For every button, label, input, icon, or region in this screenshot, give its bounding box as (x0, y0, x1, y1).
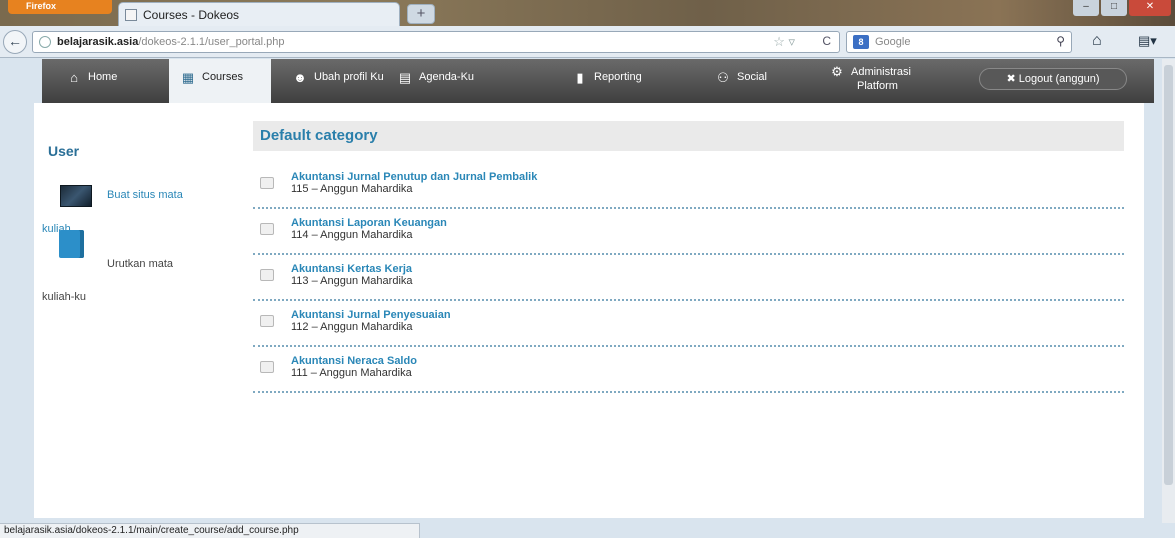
tab-title: Courses - Dokeos (143, 8, 240, 22)
site-identity-icon[interactable] (39, 36, 51, 48)
search-bar[interactable]: 8 Google ⚲ (846, 31, 1072, 53)
profile-icon: ☻ (293, 70, 307, 85)
sort-courses-link-cont[interactable]: kuliah-ku (42, 291, 86, 303)
course-row: Akuntansi Jurnal Penyesuaian 112 – Anggu… (253, 301, 1124, 347)
course-title-link[interactable]: Akuntansi Jurnal Penutup dan Jurnal Pemb… (291, 171, 537, 183)
tab-label-line2: Platform (857, 80, 898, 92)
url-domain: belajarasik.asia (57, 36, 139, 48)
search-engine-label: Google (875, 36, 911, 48)
course-title-link[interactable]: Akuntansi Kertas Kerja (291, 263, 412, 275)
tab-social[interactable]: ⚇ Social (715, 59, 805, 103)
course-row: Akuntansi Neraca Saldo 111 – Anggun Maha… (253, 347, 1124, 393)
course-info: 115 – Anggun Mahardika (291, 183, 413, 195)
courses-icon: ▦ (181, 70, 195, 85)
logout-label: Logout (anggun) (1018, 73, 1100, 85)
search-engine-icon[interactable]: 8 (853, 35, 869, 49)
course-info: 114 – Anggun Mahardika (291, 229, 413, 241)
social-icon: ⚇ (717, 70, 729, 85)
window-controls: – □ ✕ (1073, 0, 1171, 18)
page-content: User Buat situs mata kuliah Urutkan mata… (34, 103, 1144, 518)
course-icon (260, 269, 274, 281)
tab-label: Home (88, 71, 118, 83)
logout-button[interactable]: ✖ Logout (anggun) (979, 68, 1127, 90)
course-title-link[interactable]: Akuntansi Neraca Saldo (291, 355, 417, 367)
home-icon: ⌂ (70, 70, 78, 85)
category-header: Default category (253, 121, 1124, 151)
url-text: belajarasik.asia/dokeos-2.1.1/user_porta… (57, 36, 285, 48)
sort-courses-icon[interactable] (59, 230, 84, 258)
create-course-link[interactable]: Buat situs mata (107, 189, 183, 201)
reload-icon[interactable]: C (822, 34, 831, 48)
page-favicon-icon (125, 9, 137, 21)
course-row: Akuntansi Laporan Keuangan 114 – Anggun … (253, 209, 1124, 255)
sort-courses-link[interactable]: Urutkan mata (107, 258, 173, 270)
address-bar[interactable]: belajarasik.asia/dokeos-2.1.1/user_porta… (32, 31, 840, 53)
back-button[interactable]: ← (3, 30, 27, 54)
page-scrollbar[interactable] (1162, 59, 1175, 523)
home-icon[interactable]: ⌂ (1092, 32, 1102, 50)
course-title-link[interactable]: Akuntansi Laporan Keuangan (291, 217, 447, 229)
tab-administrasi[interactable]: ⚙ Administrasi Platform (829, 59, 959, 103)
tab-label: Social (737, 71, 767, 83)
firefox-menu-button[interactable]: Firefox (8, 0, 112, 14)
course-row: Akuntansi Kertas Kerja 113 – Anggun Maha… (253, 255, 1124, 301)
close-icon: ✖ (1006, 73, 1016, 85)
calendar-icon: ▤ (398, 70, 412, 85)
tab-agenda[interactable]: ▤ Agenda-Ku (397, 59, 497, 103)
tab-label: Agenda-Ku (419, 71, 475, 83)
course-title-link[interactable]: Akuntansi Jurnal Penyesuaian (291, 309, 451, 321)
bookmark-star-icon[interactable]: ☆ ▿ (773, 34, 795, 50)
tab-profile[interactable]: ☻ Ubah profil Ku (292, 59, 392, 103)
course-icon (260, 315, 274, 327)
url-path: /dokeos-2.1.1/user_portal.php (138, 36, 285, 48)
tab-label: Reporting (594, 71, 642, 83)
tab-label: Ubah profil Ku (314, 71, 384, 83)
dokeos-menu: ⌂ Home ▦ Courses ☻ Ubah profil Ku ▤ Agenda-K… (42, 59, 1154, 103)
close-window-button[interactable]: ✕ (1129, 0, 1171, 16)
course-icon (260, 223, 274, 235)
course-icon (260, 361, 274, 373)
browser-navbar: ← belajarasik.asia/dokeos-2.1.1/user_por… (0, 26, 1175, 58)
tab-reporting[interactable]: ▮ Reporting (572, 59, 672, 103)
tab-courses[interactable]: ▦ Courses (169, 59, 271, 103)
new-tab-button[interactable]: + (407, 4, 435, 24)
gear-icon: ⚙ (831, 64, 843, 79)
course-icon (260, 177, 274, 189)
bookmarks-menu-icon[interactable]: ▤▾ (1138, 33, 1157, 49)
search-icon[interactable]: ⚲ (1056, 34, 1065, 48)
back-arrow-icon: ← (8, 33, 22, 49)
browser-tab[interactable]: Courses - Dokeos (118, 2, 400, 26)
status-url: belajarasik.asia/dokeos-2.1.1/main/creat… (4, 525, 299, 536)
category-title: Default category (260, 127, 378, 144)
tab-label-line1: Administrasi (851, 66, 911, 78)
maximize-button[interactable]: □ (1101, 0, 1127, 16)
course-info: 111 – Anggun Mahardika (291, 367, 412, 379)
tab-label: Courses (202, 71, 243, 83)
course-info: 112 – Anggun Mahardika (291, 321, 413, 333)
course-row: Akuntansi Jurnal Penutup dan Jurnal Pemb… (253, 163, 1124, 209)
minimize-button[interactable]: – (1073, 0, 1099, 16)
status-bar: belajarasik.asia/dokeos-2.1.1/main/creat… (0, 523, 420, 538)
sidebar-title: User (48, 143, 80, 159)
scrollbar-thumb[interactable] (1164, 65, 1173, 485)
create-course-icon[interactable] (60, 185, 92, 207)
tab-label: Administrasi Platform (851, 65, 911, 93)
tab-home[interactable]: ⌂ Home (66, 59, 166, 103)
reporting-icon: ▮ (576, 70, 584, 85)
browser-titlebar: Firefox Courses - Dokeos + – □ ✕ (0, 0, 1175, 26)
course-info: 113 – Anggun Mahardika (291, 275, 413, 287)
